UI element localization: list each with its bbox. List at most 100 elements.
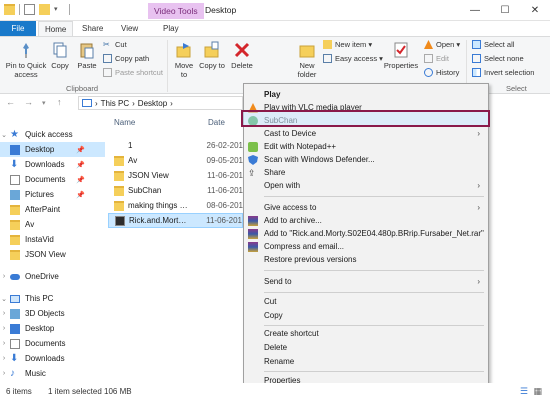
forward-arrow-icon[interactable]: → <box>24 97 33 107</box>
nav-instavid[interactable]: InstaVid <box>0 232 105 247</box>
breadcrumb-this-pc[interactable]: This PC <box>101 99 129 108</box>
new-folder-icon[interactable] <box>39 4 50 15</box>
menu-item-cut[interactable]: Cut <box>244 295 488 308</box>
menu-item-add-to-rar[interactable]: Add to "Rick.and.Morty.S02E04.480p.BRrip… <box>244 227 488 240</box>
address-path[interactable]: › This PC › Desktop › <box>78 96 243 110</box>
nav-onedrive[interactable]: › OneDrive <box>0 269 105 284</box>
chevron-down-icon[interactable]: ⌄ <box>0 131 8 139</box>
up-arrow-icon[interactable]: ↑ <box>57 97 62 107</box>
nav-label: This PC <box>25 294 54 303</box>
file-name: Rick.and.Morty.S02... <box>129 216 188 225</box>
move-to-button[interactable]: Move to <box>171 41 197 79</box>
paste-button[interactable]: Paste <box>75 41 99 70</box>
menu-item-rename[interactable]: Rename <box>244 355 488 368</box>
edit-button[interactable]: Edit <box>424 54 449 63</box>
chevron-right-icon[interactable]: › <box>0 340 8 347</box>
nav-json-view[interactable]: JSON View <box>0 247 105 262</box>
new-item-button[interactable]: New item ▾ <box>323 40 372 49</box>
file-row[interactable]: SubChan 11-06-201 <box>108 183 243 198</box>
menu-item-scan-defender[interactable]: Scan with Windows Defender... <box>244 153 488 166</box>
file-row-selected[interactable]: Rick.and.Morty.S02... 11-06-201 <box>108 213 243 228</box>
copy-path-button[interactable]: Copy path <box>103 54 149 63</box>
file-row[interactable]: Av 09-05-201 <box>108 153 243 168</box>
chevron-right-icon[interactable]: › <box>0 310 8 317</box>
menu-item-cast[interactable]: Cast to Device › <box>244 127 488 140</box>
file-row[interactable]: 1 26-02-201 <box>108 138 243 153</box>
recent-locations-icon[interactable]: ▾ <box>42 99 46 107</box>
select-none-label: Select none <box>484 54 524 63</box>
maximize-button[interactable]: ☐ <box>490 0 520 21</box>
open-button[interactable]: Open ▾ <box>424 40 460 49</box>
menu-item-open-with[interactable]: Open with › <box>244 179 488 192</box>
nav-pc-downloads[interactable]: › ⬇ Downloads <box>0 351 105 366</box>
menu-item-play[interactable]: Play <box>244 88 488 101</box>
menu-item-delete[interactable]: Delete <box>244 341 488 354</box>
nav-documents[interactable]: Documents 📌 <box>0 172 105 187</box>
properties-button[interactable]: Properties <box>384 41 418 70</box>
nav-pc-documents[interactable]: › Documents <box>0 336 105 351</box>
menu-item-edit-notepad[interactable]: Edit with Notepad++ <box>244 140 488 153</box>
paste-shortcut-button[interactable]: Paste shortcut <box>103 68 163 77</box>
file-row[interactable]: JSON View 11-06-201 <box>108 168 243 183</box>
tab-view[interactable]: View <box>121 21 138 36</box>
column-header-name[interactable]: Name <box>114 118 135 127</box>
menu-item-compress-email[interactable]: Compress and email... <box>244 240 488 253</box>
chevron-right-icon[interactable]: › <box>0 273 8 280</box>
menu-item-share[interactable]: ⇪ Share <box>244 166 488 179</box>
select-none-button[interactable]: Select none <box>472 54 524 63</box>
details-view-icon[interactable]: ☰ <box>520 386 528 397</box>
select-all-button[interactable]: Select all <box>472 40 514 49</box>
menu-item-play-vlc[interactable]: Play with VLC media player <box>244 101 488 114</box>
menu-item-copy[interactable]: Copy <box>244 309 488 322</box>
chevron-right-icon[interactable]: › <box>0 325 8 332</box>
invert-selection-button[interactable]: Invert selection <box>472 68 534 77</box>
nav-this-pc[interactable]: ⌄ This PC <box>0 291 105 306</box>
minimize-button[interactable]: — <box>460 0 490 21</box>
nav-3d-objects[interactable]: › 3D Objects <box>0 306 105 321</box>
menu-item-create-shortcut[interactable]: Create shortcut <box>244 327 488 340</box>
menu-separator <box>264 325 484 326</box>
easy-access-button[interactable]: Easy access ▾ <box>323 54 383 63</box>
tab-share[interactable]: Share <box>82 21 103 36</box>
close-button[interactable]: ✕ <box>520 0 550 21</box>
menu-item-subchan[interactable]: SubChan <box>244 114 488 127</box>
new-folder-button[interactable]: New folder <box>293 41 321 79</box>
menu-item-send-to[interactable]: Send to › <box>244 275 488 288</box>
dropdown-icon[interactable]: ▾ <box>54 4 65 15</box>
copy-to-button[interactable]: Copy to <box>199 41 225 70</box>
file-row[interactable]: making things simp... 08-06-201 <box>108 198 243 213</box>
folder-icon[interactable] <box>4 4 15 15</box>
tab-play[interactable]: Play <box>163 21 179 36</box>
pin-quick-access-button[interactable]: Pin to Quick access <box>4 41 48 79</box>
properties-icon[interactable] <box>24 4 35 15</box>
back-arrow-icon[interactable]: ← <box>6 97 15 107</box>
quick-access-toolbar: ▾ <box>4 4 70 15</box>
tab-file[interactable]: File <box>0 21 36 36</box>
nav-downloads[interactable]: ⬇ Downloads 📌 <box>0 157 105 172</box>
nav-music[interactable]: › ♪ Music <box>0 366 105 381</box>
folder-icon <box>114 200 124 211</box>
menu-item-add-archive[interactable]: Add to archive... <box>244 214 488 227</box>
menu-item-restore-versions[interactable]: Restore previous versions <box>244 253 488 266</box>
menu-item-give-access[interactable]: Give access to › <box>244 201 488 214</box>
chevron-right-icon[interactable]: › <box>0 355 8 362</box>
file-name: JSON View <box>128 171 169 180</box>
chevron-right-icon[interactable]: › <box>0 370 8 377</box>
nav-av[interactable]: Av <box>0 217 105 232</box>
nav-quick-access[interactable]: ⌄ ★ Quick access <box>0 127 105 142</box>
cut-button[interactable]: ✂ Cut <box>103 40 127 49</box>
nav-afterpaint[interactable]: AfterPaint <box>0 202 105 217</box>
file-list: Name Date 1 26-02-201 Av 09-05-201 JSON … <box>108 113 248 383</box>
column-header-date[interactable]: Date <box>208 118 225 127</box>
breadcrumb-desktop[interactable]: Desktop <box>138 99 167 108</box>
copy-button[interactable]: Copy <box>49 41 71 70</box>
delete-button[interactable]: Delete <box>229 41 255 70</box>
nav-label: Documents <box>25 339 66 348</box>
nav-pc-desktop[interactable]: › Desktop <box>0 321 105 336</box>
tab-home[interactable]: Home <box>38 21 74 36</box>
chevron-down-icon[interactable]: ⌄ <box>0 295 8 303</box>
history-button[interactable]: History <box>424 68 459 77</box>
large-icons-view-icon[interactable]: ▦ <box>533 386 542 397</box>
nav-pictures[interactable]: Pictures 📌 <box>0 187 105 202</box>
nav-desktop[interactable]: Desktop 📌 <box>0 142 105 157</box>
